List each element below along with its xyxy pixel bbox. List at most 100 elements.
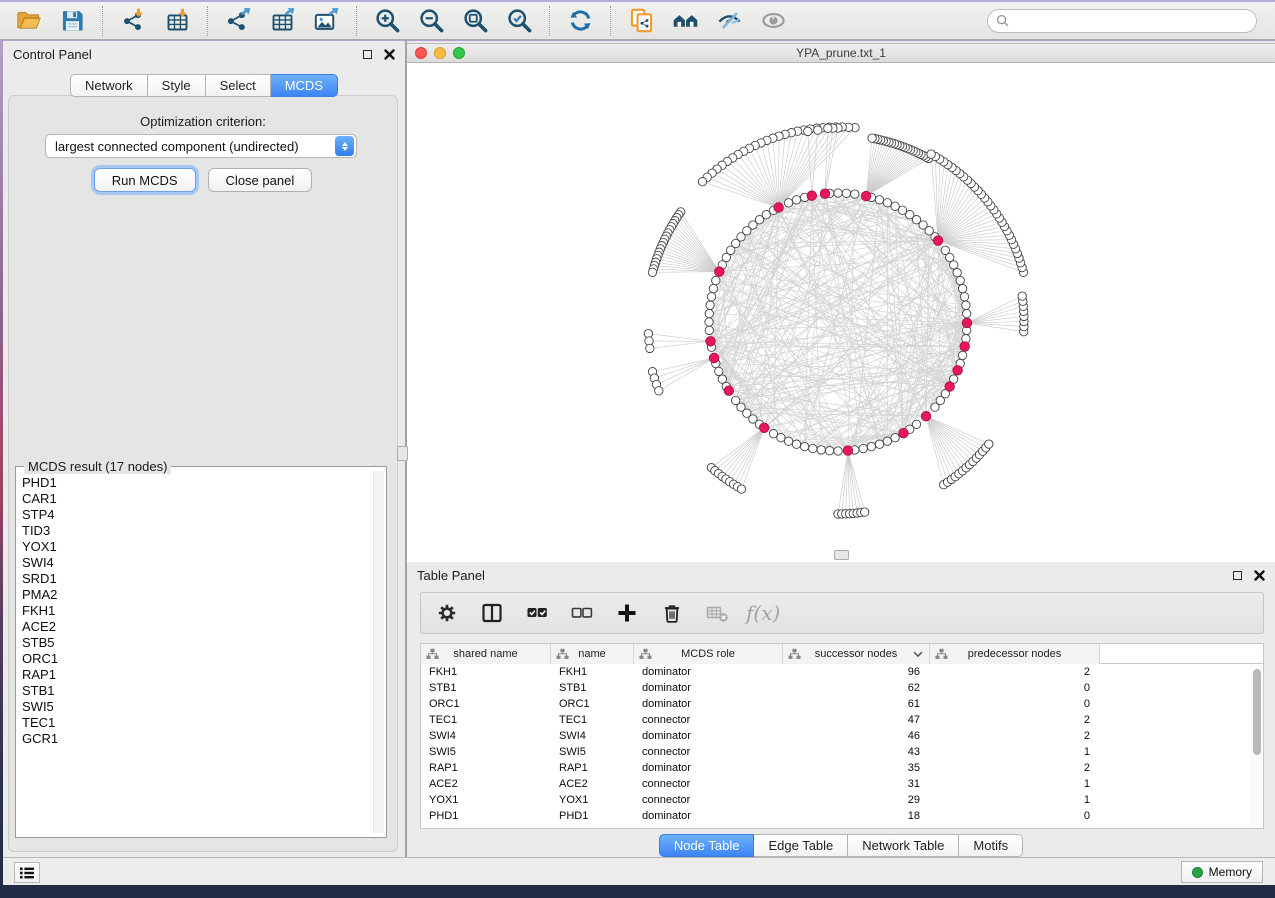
open-icon — [15, 7, 42, 34]
tab-network-table[interactable]: Network Table — [848, 834, 959, 857]
mcds-result-item[interactable]: ORC1 — [22, 651, 372, 667]
main-toolbar — [0, 2, 1275, 40]
delete-column-button[interactable] — [656, 596, 688, 630]
tab-network[interactable]: Network — [70, 74, 148, 97]
zoom-selected-button[interactable] — [501, 5, 537, 37]
mcds-result-item[interactable]: PMA2 — [22, 587, 372, 603]
select-all-button[interactable] — [521, 596, 553, 630]
table-row[interactable]: SWI4SWI4dominator462 — [421, 728, 1263, 744]
tab-mcds[interactable]: MCDS — [271, 74, 338, 97]
mcds-result-item[interactable]: FKH1 — [22, 603, 372, 619]
mcds-result-item[interactable]: SWI4 — [22, 555, 372, 571]
table-scrollbar-thumb[interactable] — [1253, 669, 1261, 755]
delete-table-button — [701, 596, 733, 630]
table-cell: dominator — [634, 696, 783, 712]
memory-label: Memory — [1209, 865, 1252, 879]
table-row[interactable]: STB1STB1dominator620 — [421, 680, 1263, 696]
mcds-result-item[interactable]: STB1 — [22, 683, 372, 699]
table-cell: YOX1 — [421, 792, 551, 808]
mcds-result-item[interactable]: RAP1 — [22, 667, 372, 683]
column-header-predecessor-nodes[interactable]: predecessor nodes — [930, 644, 1100, 664]
control-panel-close-button[interactable] — [384, 49, 395, 60]
table-panel-close-button[interactable] — [1254, 570, 1265, 581]
mcds-result-item[interactable]: CAR1 — [22, 491, 372, 507]
run-mcds-button[interactable]: Run MCDS — [94, 168, 196, 192]
horizontal-splitter-grip[interactable] — [834, 550, 849, 560]
mcds-result-item[interactable]: GCR1 — [22, 731, 372, 747]
mcds-result-item[interactable]: STB5 — [22, 635, 372, 651]
add-column-button[interactable] — [611, 596, 643, 630]
mcds-result-item[interactable]: SRD1 — [22, 571, 372, 587]
table-cell: 31 — [783, 776, 930, 792]
table-row[interactable]: TEC1TEC1connector472 — [421, 712, 1263, 728]
network-view-canvas[interactable] — [407, 64, 1275, 562]
show-all-button[interactable] — [755, 5, 791, 37]
memory-button[interactable]: Memory — [1181, 861, 1263, 883]
column-header-name[interactable]: name — [551, 644, 634, 664]
zoom-fit-button[interactable] — [457, 5, 493, 37]
optimization-criterion-select[interactable]: largest connected component (undirected) — [45, 134, 357, 158]
add-column-icon — [616, 602, 638, 624]
hide-selected-icon — [716, 7, 743, 34]
tab-node-table[interactable]: Node Table — [659, 834, 755, 857]
zoom-in-icon — [374, 7, 401, 34]
table-cell: 47 — [783, 712, 930, 728]
mcds-result-item[interactable]: TID3 — [22, 523, 372, 539]
table-row[interactable]: PHD1PHD1dominator180 — [421, 808, 1263, 824]
mcds-result-item[interactable]: SWI5 — [22, 699, 372, 715]
export-image-button[interactable] — [308, 5, 344, 37]
table-row[interactable]: YOX1YOX1connector291 — [421, 792, 1263, 808]
mcds-result-item[interactable]: ACE2 — [22, 619, 372, 635]
table-cell: connector — [634, 792, 783, 808]
export-network-icon — [225, 7, 252, 34]
mcds-result-item[interactable]: YOX1 — [22, 539, 372, 555]
hide-selected-button[interactable] — [711, 5, 747, 37]
table-cell: PHD1 — [551, 808, 634, 824]
open-button[interactable] — [10, 5, 46, 37]
search-input[interactable] — [1016, 14, 1248, 28]
network-graph[interactable] — [407, 64, 1275, 561]
mcds-result-item[interactable]: STP4 — [22, 507, 372, 523]
zoom-in-button[interactable] — [369, 5, 405, 37]
save-button[interactable] — [54, 5, 90, 37]
table-scrollbar-track[interactable] — [1250, 665, 1263, 828]
close-panel-button[interactable]: Close panel — [208, 168, 313, 192]
vertical-splitter-grip[interactable] — [397, 446, 408, 461]
refresh-button[interactable] — [562, 5, 598, 37]
unselect-all-button[interactable] — [566, 596, 598, 630]
function-builder-button: f(x) — [746, 601, 780, 625]
column-header-MCDS-role[interactable]: MCDS role — [634, 644, 783, 664]
table-cell: dominator — [634, 680, 783, 696]
table-row[interactable]: ACE2ACE2connector311 — [421, 776, 1263, 792]
split-pane-button[interactable] — [476, 596, 508, 630]
control-panel-float-button[interactable] — [363, 50, 372, 59]
tab-motifs[interactable]: Motifs — [959, 834, 1023, 857]
table-cell: 2 — [930, 664, 1100, 680]
table-row[interactable]: RAP1RAP1dominator352 — [421, 760, 1263, 776]
import-table-button[interactable] — [159, 5, 195, 37]
table-row[interactable]: ORC1ORC1dominator610 — [421, 696, 1263, 712]
zoom-out-button[interactable] — [413, 5, 449, 37]
table-panel-float-button[interactable] — [1233, 571, 1242, 580]
import-network-button[interactable] — [115, 5, 151, 37]
clone-network-button[interactable] — [623, 5, 659, 37]
table-cell: 0 — [930, 680, 1100, 696]
export-network-button[interactable] — [220, 5, 256, 37]
mcds-list-scrollbar[interactable] — [373, 471, 384, 833]
tab-select[interactable]: Select — [206, 74, 271, 97]
column-header-shared-name[interactable]: shared name — [421, 644, 551, 664]
mcds-result-item[interactable]: PHD1 — [22, 475, 372, 491]
column-header-successor-nodes[interactable]: successor nodes — [783, 644, 930, 664]
table-row[interactable]: FKH1FKH1dominator962 — [421, 664, 1263, 680]
table-cell: 46 — [783, 728, 930, 744]
first-neighbors-button[interactable] — [667, 5, 703, 37]
search-box[interactable] — [987, 9, 1257, 33]
mcds-result-item[interactable]: TEC1 — [22, 715, 372, 731]
table-row[interactable]: SWI5SWI5connector431 — [421, 744, 1263, 760]
table-cell: 1 — [930, 792, 1100, 808]
status-list-button[interactable] — [14, 862, 40, 883]
export-table-button[interactable] — [264, 5, 300, 37]
settings-button[interactable] — [431, 596, 463, 630]
tab-style[interactable]: Style — [148, 74, 206, 97]
tab-edge-table[interactable]: Edge Table — [754, 834, 848, 857]
